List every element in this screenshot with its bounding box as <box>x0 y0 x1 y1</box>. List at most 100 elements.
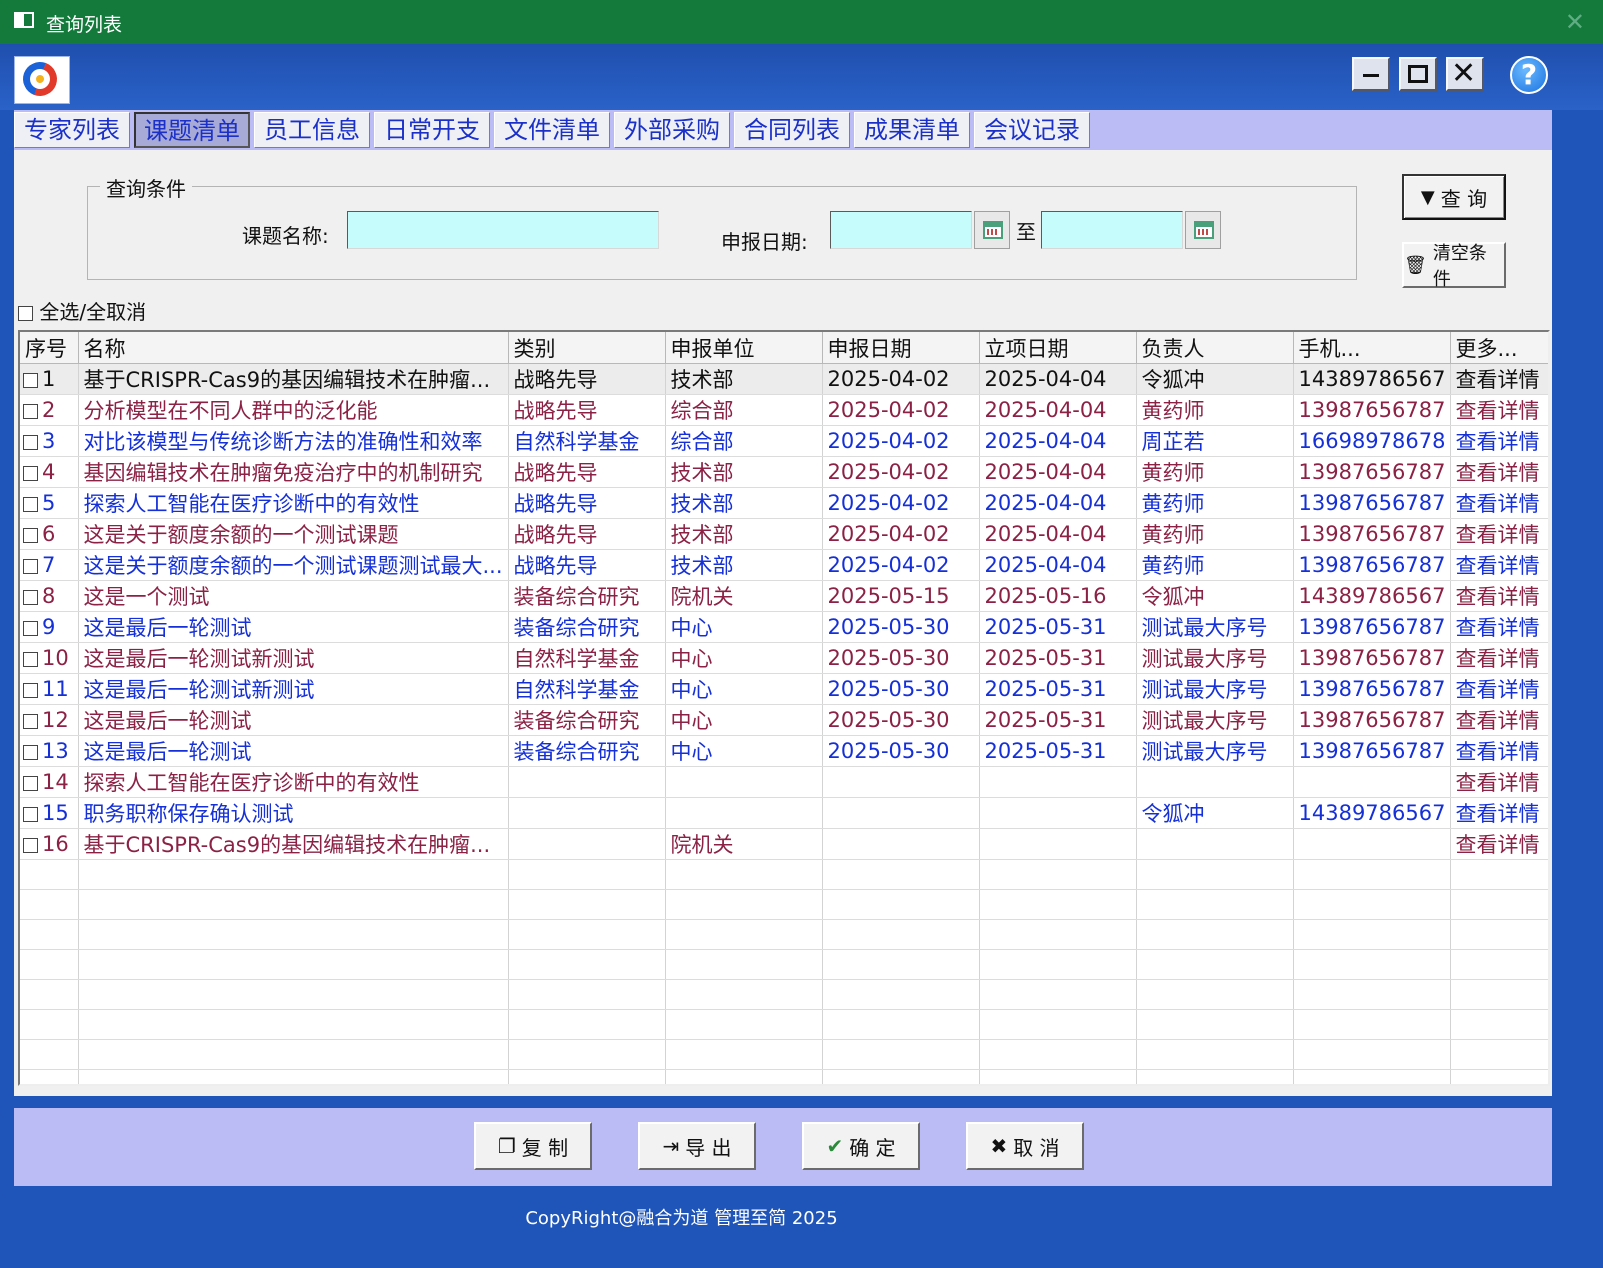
table-row[interactable]: 14 探索人工智能在医疗诊断中的有效性 查看详情 <box>20 766 1548 798</box>
cell-more[interactable]: 查看详情 <box>1450 518 1548 550</box>
row-checkbox[interactable] <box>23 435 38 450</box>
header-more[interactable]: 更多... <box>1450 332 1548 364</box>
header-owner[interactable]: 负责人 <box>1136 332 1294 364</box>
header-name[interactable]: 名称 <box>78 332 509 364</box>
table-row[interactable]: 1 基于CRISPR-Cas9的基因编辑技术在肿瘤... 战略先导 技术部 2025-0… <box>20 363 1548 395</box>
table-row[interactable]: 13 这是最后一轮测试 装备综合研究 中心 2025-05-30 2025-05-31 测试… <box>20 735 1548 767</box>
tab-employees[interactable]: 员工信息 <box>254 112 370 148</box>
header-category[interactable]: 类别 <box>508 332 666 364</box>
cell-more[interactable]: 查看详情 <box>1450 797 1548 829</box>
maximize-button[interactable] <box>1399 57 1437 91</box>
tab-daily-expenses[interactable]: 日常开支 <box>374 112 490 148</box>
table-row[interactable]: 3 对比该模型与传统诊断方法的准确性和效率 自然科学基金 综合部 2025-04-02 2… <box>20 425 1548 457</box>
results-table[interactable]: 序号 名称 类别 申报单位 申报日期 立项日期 负责人 手机... 更多... … <box>18 330 1550 1086</box>
empty-cell <box>979 949 1137 980</box>
ok-button[interactable]: ✔ 确 定 <box>802 1122 920 1170</box>
tab-projects[interactable]: 课题清单 <box>134 112 250 148</box>
name-input[interactable] <box>347 211 659 249</box>
date-to-input[interactable] <box>1041 211 1183 249</box>
help-button[interactable]: ? <box>1510 56 1548 94</box>
date-from-input[interactable] <box>830 211 972 249</box>
table-row[interactable]: 11 这是最后一轮测试新测试 自然科学基金 中心 2025-05-30 2025-05-3… <box>20 673 1548 705</box>
tab-results[interactable]: 成果清单 <box>854 112 970 148</box>
table-row[interactable]: 12 这是最后一轮测试 装备综合研究 中心 2025-05-30 2025-05-31 测试… <box>20 704 1548 736</box>
select-all-checkbox[interactable] <box>18 306 33 321</box>
header-unit[interactable]: 申报单位 <box>665 332 823 364</box>
row-checkbox[interactable] <box>23 652 38 667</box>
cell-approve-date: 2025-04-04 <box>979 518 1137 550</box>
cell-more[interactable]: 查看详情 <box>1450 394 1548 426</box>
title-bar[interactable]: 查询列表 ✕ <box>0 0 1603 44</box>
table-row[interactable]: 10 这是最后一轮测试新测试 自然科学基金 中心 2025-05-30 2025-05-3… <box>20 642 1548 674</box>
row-checkbox[interactable] <box>23 373 38 388</box>
cell-more[interactable]: 查看详情 <box>1450 735 1548 767</box>
empty-cell <box>822 1039 980 1070</box>
row-checkbox[interactable] <box>23 404 38 419</box>
table-row[interactable]: 9 这是最后一轮测试 装备综合研究 中心 2025-05-30 2025-05-31 测试最… <box>20 611 1548 643</box>
close-icon[interactable]: ✕ <box>1565 8 1585 36</box>
cell-more[interactable]: 查看详情 <box>1450 611 1548 643</box>
action-bar: ❐ 复 制 ⇥ 导 出 ✔ 确 定 ✖ 取 消 <box>14 1108 1552 1186</box>
row-checkbox[interactable] <box>23 497 38 512</box>
cell-more[interactable]: 查看详情 <box>1450 828 1548 860</box>
minimize-button[interactable] <box>1352 57 1390 91</box>
cell-more[interactable]: 查看详情 <box>1450 580 1548 612</box>
close-button[interactable]: ✕ <box>1446 57 1484 91</box>
date-from-picker[interactable] <box>974 211 1010 249</box>
row-checkbox[interactable] <box>23 559 38 574</box>
cell-more[interactable]: 查看详情 <box>1450 425 1548 457</box>
empty-cell <box>1450 949 1548 980</box>
cell-seq: 9 <box>20 611 79 643</box>
cell-approve-date: 2025-04-04 <box>979 549 1137 581</box>
row-checkbox[interactable] <box>23 528 38 543</box>
empty-cell <box>665 1009 823 1040</box>
cell-more[interactable]: 查看详情 <box>1450 642 1548 674</box>
search-button[interactable]: ▼ 查 询 <box>1402 174 1506 220</box>
table-row[interactable]: 7 这是关于额度余额的一个测试课题测试最大... 战略先导 技术部 2025-04-02… <box>20 549 1548 581</box>
cancel-button[interactable]: ✖ 取 消 <box>966 1122 1084 1170</box>
copy-button[interactable]: ❐ 复 制 <box>474 1122 592 1170</box>
header-apply-date[interactable]: 申报日期 <box>822 332 980 364</box>
header-approve-date[interactable]: 立项日期 <box>979 332 1137 364</box>
row-checkbox[interactable] <box>23 714 38 729</box>
table-row[interactable]: 6 这是关于额度余额的一个测试课题 战略先导 技术部 2025-04-02 2025-04… <box>20 518 1548 550</box>
select-all-toggle[interactable]: 全选/全取消 <box>18 296 146 325</box>
row-number: 10 <box>42 646 69 670</box>
table-row[interactable]: 2 分析模型在不同人群中的泛化能 战略先导 综合部 2025-04-02 2025-04-… <box>20 394 1548 426</box>
cell-more[interactable]: 查看详情 <box>1450 673 1548 705</box>
table-row[interactable]: 16 基于CRISPR-Cas9的基因编辑技术在肿瘤... 院机关 查看详情 <box>20 828 1548 860</box>
tab-contracts[interactable]: 合同列表 <box>734 112 850 148</box>
cell-more[interactable]: 查看详情 <box>1450 704 1548 736</box>
table-row[interactable]: 15 职务职称保存确认测试 令狐冲 14389786567 查看详情 <box>20 797 1548 829</box>
row-checkbox[interactable] <box>23 807 38 822</box>
date-to-picker[interactable] <box>1185 211 1221 249</box>
cell-more[interactable]: 查看详情 <box>1450 487 1548 519</box>
table-row[interactable]: 4 基因编辑技术在肿瘤免疫治疗中的机制研究 战略先导 技术部 2025-04-02 202… <box>20 456 1548 488</box>
tab-meetings[interactable]: 会议记录 <box>974 112 1090 148</box>
empty-cell <box>1450 1009 1548 1040</box>
tab-experts[interactable]: 专家列表 <box>14 112 130 148</box>
header-seq[interactable]: 序号 <box>20 332 79 364</box>
header-phone[interactable]: 手机... <box>1293 332 1451 364</box>
cell-approve-date: 2025-04-04 <box>979 425 1137 457</box>
table-row[interactable]: 8 这是一个测试 装备综合研究 院机关 2025-05-15 2025-05-16 令狐冲 1… <box>20 580 1548 612</box>
table-row[interactable]: 5 探索人工智能在医疗诊断中的有效性 战略先导 技术部 2025-04-02 2025-0… <box>20 487 1548 519</box>
row-checkbox[interactable] <box>23 590 38 605</box>
row-checkbox[interactable] <box>23 621 38 636</box>
cell-more[interactable]: 查看详情 <box>1450 766 1548 798</box>
cell-more[interactable]: 查看详情 <box>1450 456 1548 488</box>
row-checkbox[interactable] <box>23 466 38 481</box>
cell-apply-date: 2025-05-30 <box>822 642 980 674</box>
tab-files[interactable]: 文件清单 <box>494 112 610 148</box>
cell-owner: 黄药师 <box>1136 487 1294 519</box>
clear-conditions-button[interactable]: 🗑 清空条件 <box>1402 242 1506 290</box>
cell-more[interactable]: 查看详情 <box>1450 549 1548 581</box>
row-checkbox[interactable] <box>23 745 38 760</box>
row-checkbox[interactable] <box>23 683 38 698</box>
row-checkbox[interactable] <box>23 776 38 791</box>
cell-phone <box>1293 766 1451 798</box>
cell-more[interactable]: 查看详情 <box>1450 363 1548 395</box>
tab-purchases[interactable]: 外部采购 <box>614 112 730 148</box>
row-checkbox[interactable] <box>23 838 38 853</box>
export-button[interactable]: ⇥ 导 出 <box>638 1122 756 1170</box>
